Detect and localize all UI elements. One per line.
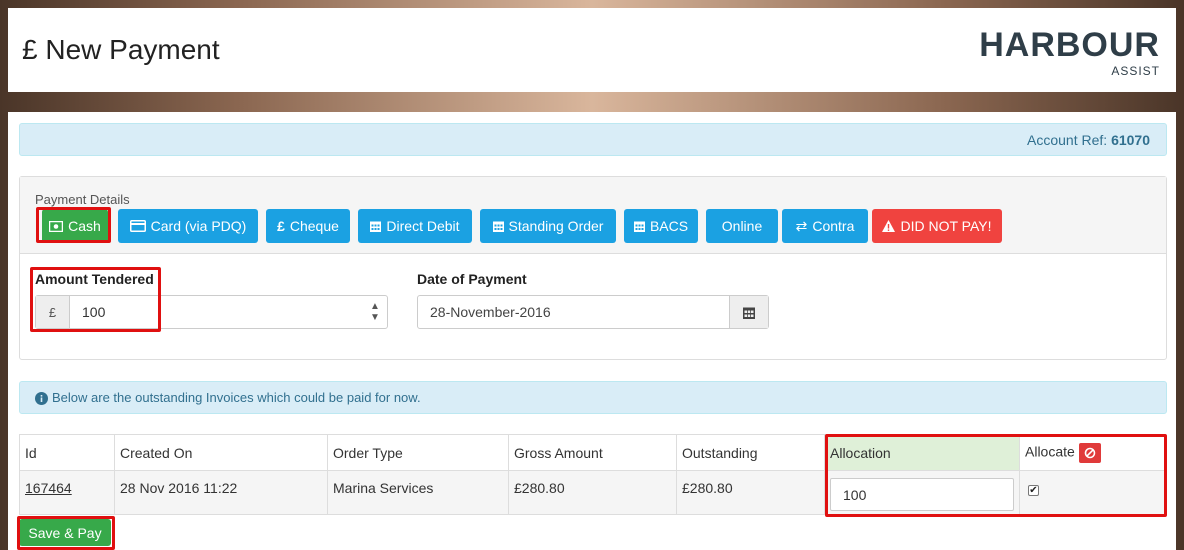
payment-details-panel: Payment Details Cash Card (via PDQ) £ Ch… — [19, 176, 1167, 360]
account-ref-value: 61070 — [1111, 132, 1150, 148]
outstanding-invoices-info: Below are the outstanding Invoices which… — [19, 381, 1167, 414]
calendar-icon — [633, 221, 645, 232]
amount-highlight-box — [30, 267, 161, 332]
online-button[interactable]: Online — [706, 209, 778, 243]
logo-sub-text: ASSIST — [1111, 64, 1160, 78]
date-of-payment-label: Date of Payment — [417, 271, 527, 287]
cheque-button[interactable]: £ Cheque — [266, 209, 350, 243]
cheque-button-label: Cheque — [289, 218, 339, 234]
col-outstanding: Outstanding — [676, 434, 825, 471]
page-header: £ New Payment HARBOUR ASSIST — [8, 8, 1176, 92]
direct-debit-button-label: Direct Debit — [386, 218, 460, 234]
did-not-pay-button[interactable]: DID NOT PAY! — [872, 209, 1002, 243]
cell-outstanding: £280.80 — [676, 470, 825, 515]
cell-gross-amount: £280.80 — [508, 470, 677, 515]
info-text: Below are the outstanding Invoices which… — [52, 390, 421, 405]
card-button[interactable]: Card (via PDQ) — [118, 209, 258, 243]
payment-method-heading: Payment Details Cash Card (via PDQ) £ Ch… — [20, 177, 1166, 254]
allocation-highlight-box — [825, 434, 1167, 517]
online-button-label: Online — [721, 218, 763, 234]
bacs-button-label: BACS — [649, 218, 689, 234]
bacs-button[interactable]: BACS — [624, 209, 698, 243]
payment-details-label: Payment Details — [35, 192, 130, 207]
contra-button-label: Contra — [812, 218, 855, 234]
warning-icon — [882, 220, 896, 232]
card-icon — [129, 220, 146, 232]
number-spinner-icon[interactable]: ▲ ▼ — [363, 296, 387, 328]
exchange-icon: ⇄ — [795, 217, 808, 234]
date-of-payment-input-group: 28-November-2016 — [417, 295, 769, 329]
col-id: Id — [19, 434, 115, 471]
col-order-type: Order Type — [327, 434, 509, 471]
did-not-pay-button-label: DID NOT PAY! — [900, 218, 992, 234]
cell-id: 167464 — [19, 470, 115, 515]
account-ref-bar: Account Ref: 61070 — [19, 123, 1167, 156]
col-gross-amount: Gross Amount — [508, 434, 677, 471]
standing-order-button-label: Standing Order — [508, 218, 604, 234]
card-button-label: Card (via PDQ) — [150, 218, 247, 234]
account-ref-label: Account Ref: — [1027, 132, 1108, 148]
standing-order-button[interactable]: Standing Order — [480, 209, 616, 243]
harbour-assist-logo: HARBOUR ASSIST — [979, 26, 1160, 80]
calendar-icon — [492, 221, 504, 232]
cell-order-type: Marina Services — [327, 470, 509, 515]
main-content: Account Ref: 61070 Payment Details Cash … — [8, 112, 1176, 550]
cell-created-on: 28 Nov 2016 11:22 — [114, 470, 328, 515]
calendar-icon — [743, 307, 755, 319]
logo-main-text: HARBOUR — [979, 26, 1160, 64]
calendar-icon — [370, 221, 382, 232]
date-of-payment-input[interactable]: 28-November-2016 — [418, 296, 729, 328]
contra-button[interactable]: ⇄ Contra — [782, 209, 868, 243]
invoice-id-link[interactable]: 167464 — [25, 480, 72, 496]
save-highlight-box — [17, 516, 115, 550]
calendar-picker-button[interactable] — [729, 296, 768, 328]
cash-highlight-box — [36, 207, 111, 243]
info-icon — [35, 392, 48, 405]
direct-debit-button[interactable]: Direct Debit — [358, 209, 472, 243]
pound-icon: £ — [277, 218, 285, 234]
page-title: £ New Payment — [22, 34, 220, 65]
col-created-on: Created On — [114, 434, 328, 471]
